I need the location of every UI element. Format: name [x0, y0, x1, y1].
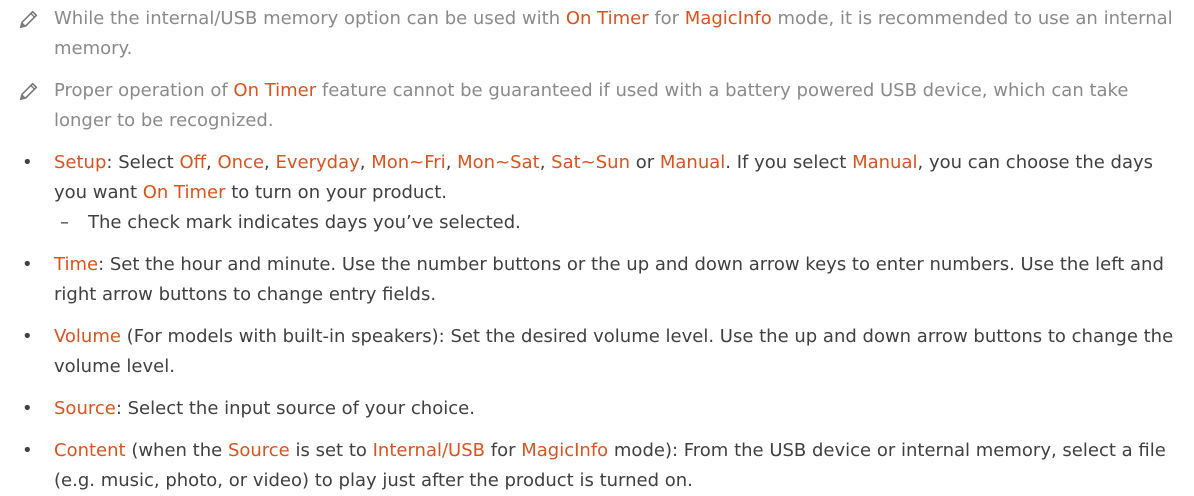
- keyword-on-timer: On Timer: [142, 182, 226, 203]
- term-volume: Volume: [54, 326, 121, 347]
- option-everyday: Everyday: [275, 152, 360, 173]
- term-setup: Setup: [54, 152, 107, 173]
- note-text: for: [648, 8, 685, 29]
- text: ,: [359, 152, 372, 173]
- bullet-dot: •: [22, 440, 33, 461]
- text: : Select the input source of your choice…: [115, 398, 475, 419]
- text: for: [485, 440, 522, 461]
- note-text: Proper operation of: [54, 80, 234, 101]
- note-text: While the internal/USB memory option can…: [54, 8, 566, 29]
- sub-dash: –: [60, 212, 69, 233]
- text: : Select: [106, 152, 180, 173]
- text: ,: [539, 152, 552, 173]
- note-internal-memory: While the internal/USB memory option can…: [10, 4, 1184, 64]
- term-time: Time: [54, 254, 99, 275]
- keyword-on-timer: On Timer: [565, 8, 649, 29]
- bullet-dot: •: [22, 326, 33, 347]
- term-source: Source: [54, 398, 116, 419]
- bullet-dot: •: [22, 254, 33, 275]
- bullet-source: • Source: Select the input source of you…: [10, 394, 1184, 424]
- keyword-internal-usb: Internal/USB: [372, 440, 486, 461]
- sub-item-check-mark: – The check mark indicates days you’ve s…: [54, 208, 1184, 238]
- bullet-setup: • Setup: Select Off, Once, Everyday, Mon…: [10, 148, 1184, 238]
- option-mon-sat: Mon~Sat: [457, 152, 540, 173]
- text: ,: [206, 152, 218, 173]
- option-manual: Manual: [659, 152, 726, 173]
- keyword-magicinfo: MagicInfo: [521, 440, 609, 461]
- text: . If you select: [725, 152, 853, 173]
- bullet-dot: •: [22, 152, 33, 173]
- option-sat-sun: Sat~Sun: [551, 152, 630, 173]
- bullet-volume: • Volume (For models with built-in speak…: [10, 322, 1184, 382]
- sub-text: The check mark indicates days you’ve sel…: [88, 212, 521, 233]
- text: or: [629, 152, 660, 173]
- option-off: Off: [179, 152, 207, 173]
- bullet-time: • Time: Set the hour and minute. Use the…: [10, 250, 1184, 310]
- text: ,: [445, 152, 458, 173]
- keyword-on-timer: On Timer: [233, 80, 317, 101]
- option-once: Once: [217, 152, 265, 173]
- option-mon-fri: Mon~Fri: [371, 152, 446, 173]
- option-manual: Manual: [852, 152, 918, 173]
- pencil-icon: [19, 10, 38, 29]
- text: (when the: [125, 440, 228, 461]
- note-battery-usb: Proper operation of On Timer feature can…: [10, 76, 1184, 136]
- term-content: Content: [54, 440, 126, 461]
- text: to turn on your product.: [225, 182, 447, 203]
- document-page: While the internal/USB memory option can…: [0, 0, 1194, 496]
- text: ,: [264, 152, 276, 173]
- bullet-content: • Content (when the Source is set to Int…: [10, 436, 1184, 496]
- keyword-source: Source: [227, 440, 290, 461]
- bullet-dot: •: [22, 398, 33, 419]
- text: is set to: [289, 440, 373, 461]
- text: : Set the hour and minute. Use the numbe…: [54, 254, 1164, 305]
- keyword-magicinfo: MagicInfo: [684, 8, 772, 29]
- pencil-icon: [19, 82, 38, 101]
- text: (For models with built-in speakers): Set…: [54, 326, 1174, 377]
